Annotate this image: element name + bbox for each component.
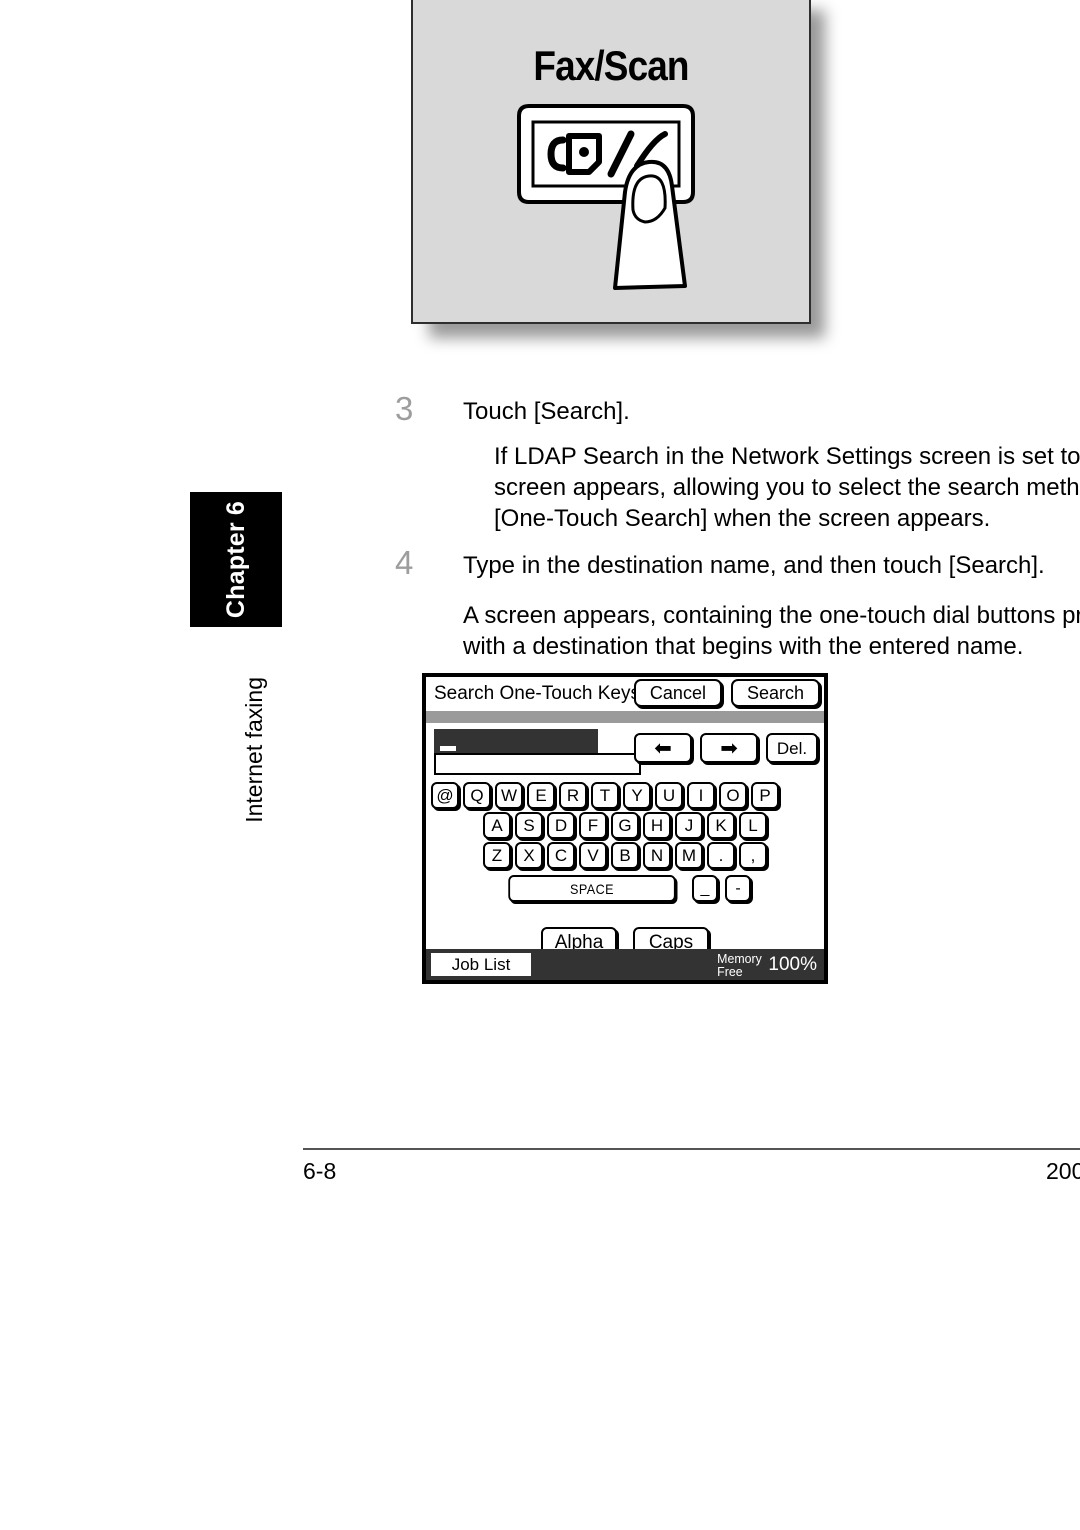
text-cursor (440, 746, 456, 751)
key-z[interactable]: Z (483, 842, 511, 869)
fax-scan-key-label: Fax/Scan (533, 42, 689, 89)
arrow-right-button[interactable]: ➡ (700, 733, 758, 763)
step-4-number: 4 (395, 544, 414, 581)
lcd-title-bar: Search One-Touch Keys Cancel Search (426, 677, 824, 711)
key-q[interactable]: Q (463, 782, 491, 809)
lcd-title-button-group: Cancel Search (633, 679, 820, 707)
fax-scan-key-icon (517, 104, 695, 290)
step-3-body-line-1: If LDAP Search in the Network Settings s… (494, 443, 1080, 470)
keyboard-row-1: @ Q W E R T Y U I O P (426, 782, 824, 809)
key-o[interactable]: O (719, 782, 747, 809)
key-period[interactable]: . (707, 842, 735, 869)
chapter-tab: Chapter 6 (190, 492, 282, 627)
key-space[interactable]: SPACE (508, 875, 676, 902)
keyboard-row-3: Z X C V B N M . , (426, 842, 824, 869)
key-h[interactable]: H (643, 812, 671, 839)
key-hyphen[interactable]: - (725, 875, 751, 902)
key-u[interactable]: U (655, 782, 683, 809)
search-input-field[interactable] (434, 753, 641, 775)
key-c[interactable]: C (547, 842, 575, 869)
footer-page-number: 6-8 (303, 1158, 337, 1184)
key-t[interactable]: T (591, 782, 619, 809)
step-3-number: 3 (395, 390, 414, 427)
job-list-button[interactable]: Job List (431, 953, 531, 976)
memory-free-percent: 100% (768, 953, 817, 975)
key-s[interactable]: S (515, 812, 543, 839)
key-r[interactable]: R (559, 782, 587, 809)
step-4-body-line-2: with a destination that begins with the … (463, 633, 1024, 660)
key-p[interactable]: P (751, 782, 779, 809)
key-i[interactable]: I (687, 782, 715, 809)
memory-free-label-line2: Free (717, 963, 744, 979)
memory-free-label: Memory Free (718, 952, 763, 978)
cursor-nav-group: ⬅ ➡ Del. (634, 733, 818, 763)
arrow-left-icon: ⬅ (654, 736, 672, 760)
key-m[interactable]: M (675, 842, 703, 869)
step-4: 4 Type in the destination name, and then… (395, 544, 1080, 660)
manual-page: Fax/Scan 3 Touch [Search]. If LDAP Searc… (0, 0, 1080, 1530)
cancel-button[interactable]: Cancel (633, 679, 722, 707)
lcd-separator-bar (426, 711, 824, 723)
key-d[interactable]: D (547, 812, 575, 839)
step-3-body-line-3: [One-Touch Search] when the screen appea… (494, 505, 991, 532)
key-k[interactable]: K (707, 812, 735, 839)
memory-free-indicator: Memory Free 100% (716, 952, 817, 978)
key-y[interactable]: Y (623, 782, 651, 809)
chapter-tab-label: Chapter 6 (221, 500, 250, 619)
keyboard-row-space: SPACE _ - (426, 875, 824, 902)
delete-button[interactable]: Del. (766, 733, 818, 763)
figure-fax-scan-key: Fax/Scan (411, 0, 811, 324)
lcd-input-row: ⬅ ➡ Del. (426, 723, 824, 779)
search-button[interactable]: Search (730, 679, 820, 707)
lcd-search-one-touch-keys-screen: Search One-Touch Keys Cancel Search ⬅ ➡ … (422, 673, 828, 984)
key-f[interactable]: F (579, 812, 607, 839)
step-4-body-line-1: A screen appears, containing the one-tou… (463, 602, 1080, 629)
key-underscore[interactable]: _ (692, 875, 718, 902)
lcd-status-bar: Job List Memory Free 100% (426, 949, 824, 980)
key-n[interactable]: N (643, 842, 671, 869)
key-w[interactable]: W (495, 782, 523, 809)
footer-right-text: 200 (1046, 1158, 1080, 1184)
key-e[interactable]: E (527, 782, 555, 809)
section-tab: Internet faxing (236, 660, 272, 840)
lcd-screen-title: Search One-Touch Keys (434, 683, 640, 704)
key-a[interactable]: A (483, 812, 511, 839)
footer-divider (303, 1148, 1080, 1150)
key-j[interactable]: J (675, 812, 703, 839)
keyboard-row-2: A S D F G H J K L (426, 812, 824, 839)
key-v[interactable]: V (579, 842, 607, 869)
step-3-body-line-2: screen appears, allowing you to select t… (494, 474, 1080, 501)
step-4-title: Type in the destination name, and then t… (463, 552, 1045, 579)
arrow-right-icon: ➡ (720, 736, 738, 760)
key-b[interactable]: B (611, 842, 639, 869)
key-comma[interactable]: , (739, 842, 767, 869)
key-at[interactable]: @ (431, 782, 459, 809)
key-l[interactable]: L (739, 812, 767, 839)
step-3-title: Touch [Search]. (463, 398, 630, 425)
step-3: 3 Touch [Search]. If LDAP Search in the … (395, 392, 1080, 532)
arrow-left-button[interactable]: ⬅ (634, 733, 692, 763)
section-tab-label: Internet faxing (240, 677, 267, 823)
key-g[interactable]: G (611, 812, 639, 839)
key-x[interactable]: X (515, 842, 543, 869)
search-input-highlight[interactable] (434, 729, 598, 755)
